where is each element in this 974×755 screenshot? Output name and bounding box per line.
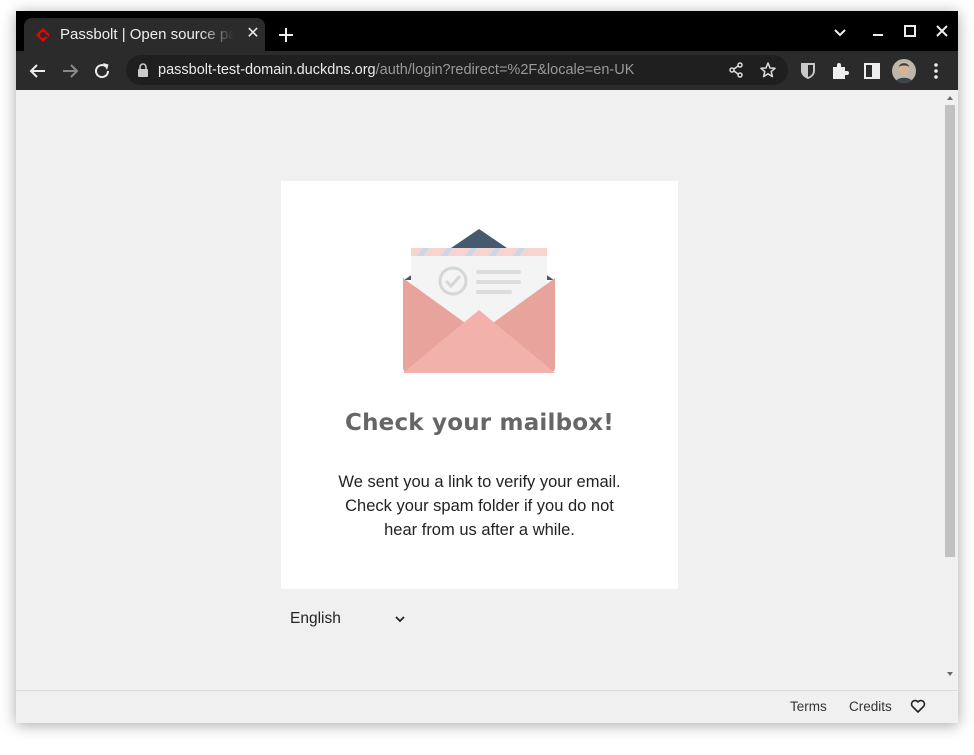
bitwarden-icon[interactable] [796,59,820,83]
kebab-menu-icon[interactable] [924,59,948,83]
language-selected-value: English [290,610,341,627]
address-bar[interactable]: passbolt-test-domain.duckdns.org/auth/lo… [126,55,788,85]
minimize-icon[interactable] [867,21,889,43]
verify-message: We sent you a link to verify your email.… [338,473,621,539]
passbolt-favicon-icon [36,28,50,42]
avatar[interactable] [892,59,916,83]
verify-email-card: Check your mailbox! We sent you a link t… [281,181,678,589]
side-panel-icon[interactable] [860,59,884,83]
share-icon[interactable] [727,61,745,79]
browser-toolbar: passbolt-test-domain.duckdns.org/auth/lo… [16,51,958,90]
star-icon[interactable] [759,61,777,79]
scroll-up-arrow-icon[interactable] [945,94,955,102]
tab-title: Passbolt | Open source password manager [60,26,234,43]
maximize-icon[interactable] [899,21,921,43]
page-title: Check your mailbox! [345,410,614,436]
plus-icon[interactable] [274,23,298,47]
heart-icon[interactable] [910,698,926,714]
browser-window: Passbolt | Open source password manager … [16,11,958,723]
scrollbar-thumb[interactable] [945,105,955,557]
scroll-down-arrow-icon[interactable] [945,670,955,678]
url-host: passbolt-test-domain.duckdns.org [158,62,376,78]
language-select[interactable]: English [281,606,411,634]
lock-icon[interactable] [137,63,149,77]
credits-link[interactable]: Credits [849,699,892,714]
terms-link[interactable]: Terms [790,699,827,714]
url-text[interactable]: passbolt-test-domain.duckdns.org/auth/lo… [158,61,634,79]
page-footer: Terms Credits [16,690,958,723]
page-viewport: Check your mailbox! We sent you a link t… [16,90,958,723]
forward-icon[interactable] [58,59,82,83]
browser-tab[interactable]: Passbolt | Open source password manager … [24,18,265,51]
back-icon[interactable] [26,59,50,83]
envelope-illustration [403,229,555,373]
reload-icon[interactable] [90,59,114,83]
chevron-down-icon [395,616,405,623]
vertical-scrollbar[interactable] [941,90,958,690]
close-icon[interactable]: ✕ [243,24,263,44]
puzzle-icon[interactable] [828,59,852,83]
chevron-down-icon[interactable] [829,21,851,43]
close-window-icon[interactable] [931,21,953,43]
tab-bar: Passbolt | Open source password manager … [16,11,958,51]
url-path: /auth/login?redirect=%2F&locale=en-UK [375,62,635,78]
